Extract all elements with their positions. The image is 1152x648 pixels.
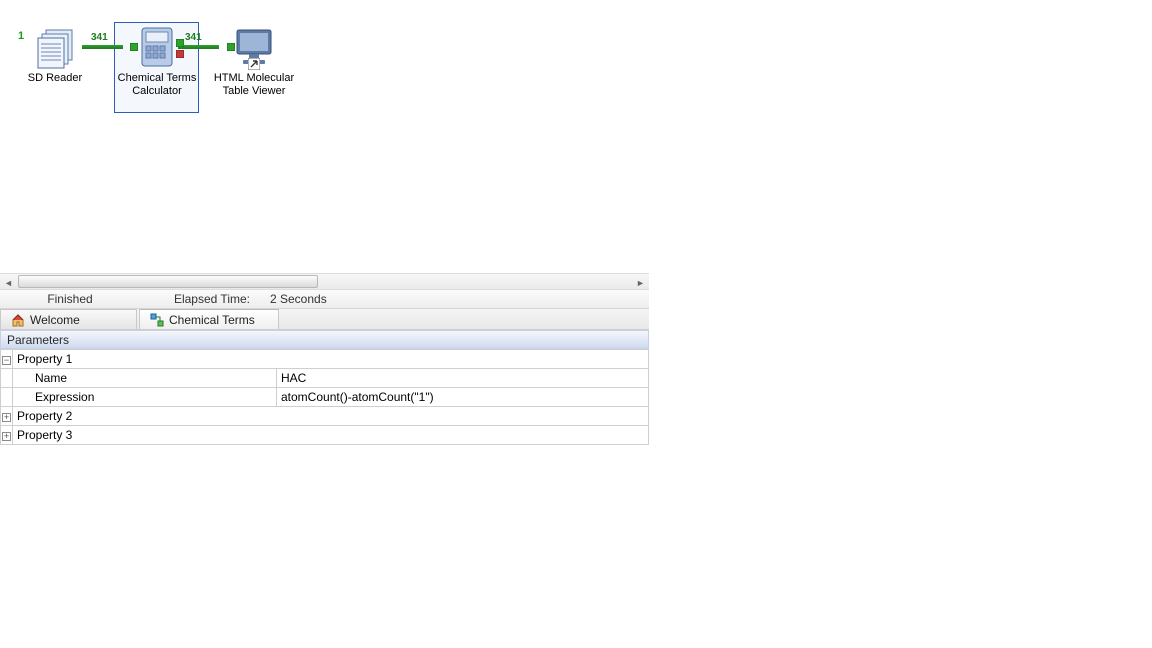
expand-icon[interactable]: + (2, 432, 11, 441)
status-state: Finished (0, 292, 140, 306)
tab-label: Welcome (30, 313, 80, 327)
workflow-canvas[interactable]: 341 341 1 SD Reader (0, 0, 649, 273)
node-sd-reader[interactable]: SD Reader (25, 24, 85, 85)
node-label-line1: HTML Molecular (209, 72, 299, 85)
property-3-row[interactable]: + Property 3 (1, 426, 649, 445)
input-port-icon[interactable] (227, 43, 235, 51)
canvas-horizontal-scrollbar[interactable]: ◄ ► (0, 273, 649, 290)
node-label-line2: Table Viewer (209, 85, 299, 98)
tab-welcome[interactable]: Welcome (0, 309, 137, 329)
nodes-icon (150, 313, 164, 327)
tab-chemical-terms[interactable]: Chemical Terms (139, 309, 279, 329)
output-port-alt-icon[interactable] (176, 50, 184, 58)
annotation-1: 1 (18, 30, 24, 42)
name-value[interactable]: HAC (277, 369, 649, 388)
elapsed-label: Elapsed Time: (140, 292, 260, 306)
parameters-grid: − Property 1 Name HAC Expression atomCou… (0, 349, 649, 445)
scrollbar-thumb[interactable] (18, 275, 318, 288)
home-icon (11, 313, 25, 327)
property-1-name-row[interactable]: Name HAC (1, 369, 649, 388)
property-2-row[interactable]: + Property 2 (1, 407, 649, 426)
expand-icon[interactable]: + (2, 413, 11, 422)
calculator-icon (134, 24, 180, 70)
status-bar: Finished Elapsed Time: 2 Seconds (0, 290, 649, 309)
property-2-label: Property 2 (13, 407, 649, 426)
node-label-line2: Calculator (116, 85, 198, 98)
file-reader-icon (32, 24, 78, 70)
property-3-label: Property 3 (13, 426, 649, 445)
property-1-expression-row[interactable]: Expression atomCount()-atomCount("1") (1, 388, 649, 407)
name-key: Name (13, 369, 277, 388)
node-label-line1: Chemical Terms (116, 72, 198, 85)
property-1-label: Property 1 (13, 350, 649, 369)
output-port-icon[interactable] (176, 39, 184, 47)
tab-label: Chemical Terms (169, 313, 255, 327)
tab-bar: Welcome Chemical Terms (0, 309, 649, 330)
node-chemical-terms-calculator[interactable]: Chemical Terms Calculator (116, 24, 198, 98)
scroll-right-arrow-icon[interactable]: ► (632, 274, 649, 291)
shortcut-overlay-icon (248, 58, 260, 70)
expression-value[interactable]: atomCount()-atomCount("1") (277, 388, 649, 407)
node-label: SD Reader (25, 72, 85, 85)
connection-1-count: 341 (91, 32, 108, 43)
elapsed-value: 2 Seconds (260, 292, 337, 306)
property-1-row[interactable]: − Property 1 (1, 350, 649, 369)
scroll-left-arrow-icon[interactable]: ◄ (0, 274, 17, 291)
expression-key: Expression (13, 388, 277, 407)
collapse-icon[interactable]: − (2, 356, 11, 365)
parameters-panel-header: Parameters (0, 330, 649, 349)
input-port-icon[interactable] (130, 43, 138, 51)
node-html-molecular-table-viewer[interactable]: HTML Molecular Table Viewer (209, 24, 299, 98)
monitor-icon (231, 24, 277, 70)
